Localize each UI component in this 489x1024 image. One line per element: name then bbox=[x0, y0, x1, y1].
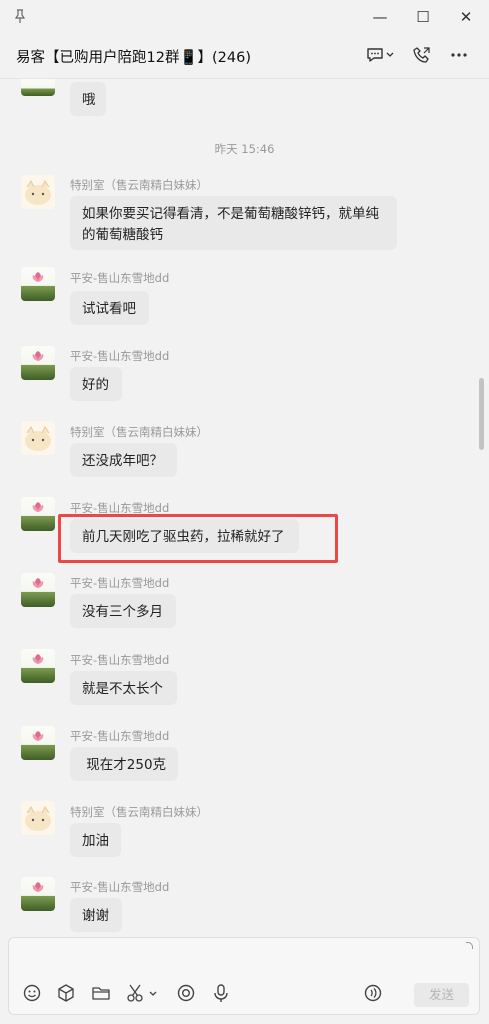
cube-icon[interactable] bbox=[56, 983, 76, 1003]
scissors-icon[interactable] bbox=[125, 983, 161, 1003]
send-button[interactable]: 发送 bbox=[414, 983, 469, 1007]
avatar[interactable] bbox=[21, 573, 55, 607]
sender-name: 平安-售山东雪地dd bbox=[70, 271, 170, 285]
message-bubble[interactable]: 现在才250克 bbox=[70, 747, 178, 781]
sender-name: 特别室（售云南精白妹妹） bbox=[70, 178, 208, 192]
sender-name: 平安-售山东雪地dd bbox=[70, 576, 170, 590]
title-bar: — ☐ ✕ bbox=[0, 0, 489, 34]
avatar[interactable] bbox=[21, 649, 55, 683]
highlight-box bbox=[58, 514, 338, 563]
minimize-button[interactable]: — bbox=[369, 6, 391, 28]
lotus-avatar-icon bbox=[32, 351, 44, 361]
folder-icon[interactable] bbox=[91, 983, 111, 1003]
avatar[interactable] bbox=[21, 801, 55, 835]
message-input[interactable]: 发送 bbox=[8, 937, 480, 1015]
avatar[interactable] bbox=[21, 79, 55, 96]
chat-bubble-icon[interactable] bbox=[365, 46, 395, 64]
sender-name: 平安-售山东雪地dd bbox=[70, 653, 170, 667]
lotus-avatar-icon bbox=[32, 578, 44, 588]
avatar[interactable] bbox=[21, 175, 55, 209]
message-scrollbar[interactable] bbox=[479, 378, 484, 450]
avatar[interactable] bbox=[21, 267, 55, 301]
avatar[interactable] bbox=[21, 726, 55, 760]
sender-name: 平安-售山东雪地dd bbox=[70, 880, 170, 894]
more-icon[interactable] bbox=[449, 46, 469, 64]
sender-name: 特别室（售云南精白妹妹） bbox=[70, 425, 208, 439]
message-bubble[interactable]: 就是不太长个 bbox=[70, 671, 177, 705]
screen-record-icon[interactable] bbox=[176, 983, 196, 1003]
chat-window: — ☐ ✕ 易客【已购用户陪跑12群📱】(246) 哦 昨天 15:46 特别室… bbox=[0, 0, 489, 1024]
message-bubble[interactable]: 好的 bbox=[70, 367, 122, 401]
cat-avatar-icon bbox=[25, 180, 51, 205]
resize-icon[interactable] bbox=[466, 942, 473, 949]
lotus-avatar-icon bbox=[32, 882, 44, 892]
avatar[interactable] bbox=[21, 497, 55, 531]
avatar[interactable] bbox=[21, 421, 55, 455]
message-line: 的葡萄糖酸钙 bbox=[82, 227, 163, 243]
cat-avatar-icon bbox=[25, 426, 51, 451]
message-bubble[interactable]: 试试看吧 bbox=[70, 291, 149, 325]
microphone-icon[interactable] bbox=[211, 983, 231, 1003]
voice-call-icon[interactable] bbox=[363, 983, 383, 1003]
message-bubble[interactable]: 谢谢 bbox=[70, 898, 122, 932]
message-line: 如果你要买记得看清，不是葡萄糖酸锌钙，就单纯 bbox=[82, 206, 379, 222]
lotus-avatar-icon bbox=[32, 272, 44, 282]
message-bubble[interactable]: 没有三个多月 bbox=[70, 594, 176, 628]
sender-name: 特别室（售云南精白妹妹） bbox=[70, 805, 208, 819]
close-button[interactable]: ✕ bbox=[455, 6, 477, 28]
chat-title[interactable]: 易客【已购用户陪跑12群📱】(246) bbox=[16, 46, 251, 67]
message-bubble[interactable]: 还没成年吧？ bbox=[70, 443, 177, 477]
lotus-avatar-icon bbox=[32, 502, 44, 512]
lotus-avatar-icon bbox=[32, 731, 44, 741]
message-bubble[interactable]: 如果你要买记得看清，不是葡萄糖酸锌钙，就单纯 的葡萄糖酸钙 bbox=[70, 196, 397, 250]
avatar[interactable] bbox=[21, 346, 55, 380]
sender-name: 平安-售山东雪地dd bbox=[70, 729, 170, 743]
header-divider bbox=[0, 78, 489, 79]
lotus-avatar-icon bbox=[32, 654, 44, 664]
maximize-button[interactable]: ☐ bbox=[412, 6, 434, 28]
timestamp: 昨天 15:46 bbox=[214, 142, 275, 156]
pin-icon[interactable] bbox=[12, 8, 28, 24]
message-bubble[interactable]: 加油 bbox=[70, 823, 121, 857]
avatar[interactable] bbox=[21, 877, 55, 911]
phone-icon[interactable] bbox=[413, 46, 431, 64]
chat-header: 易客【已购用户陪跑12群📱】(246) bbox=[0, 36, 489, 76]
cat-avatar-icon bbox=[25, 806, 51, 831]
message-bubble[interactable]: 哦 bbox=[70, 82, 106, 116]
sender-name: 平安-售山东雪地dd bbox=[70, 349, 170, 363]
emoji-icon[interactable] bbox=[22, 983, 42, 1003]
